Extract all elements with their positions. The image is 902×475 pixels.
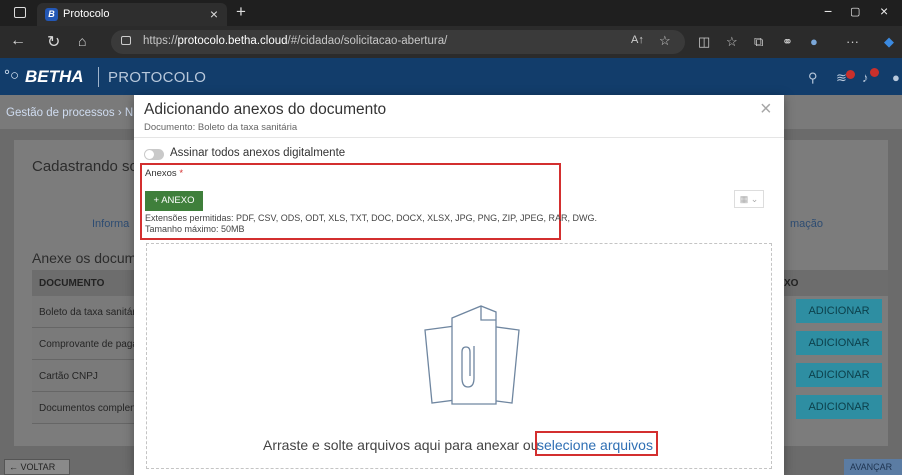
notification-badge	[870, 68, 879, 77]
add-button[interactable]: ADICIONAR	[796, 363, 882, 387]
extensions-icon[interactable]: ⚭	[782, 34, 793, 50]
read-aloud-icon[interactable]: A↑	[631, 34, 644, 46]
collections-icon[interactable]: ⧉	[754, 34, 763, 50]
new-tab-icon[interactable]: +	[236, 2, 246, 22]
step-label-left: Informa	[92, 218, 130, 230]
app-header: °○ BETHA PROTOCOLO ⚲ ≋ ♪ ●	[0, 58, 902, 95]
add-button[interactable]: ADICIONAR	[796, 395, 882, 419]
modal-subtitle: Documento: Boleto da taxa sanitária	[144, 122, 298, 133]
table-row: Comprovante de paga	[32, 328, 140, 360]
window-menu-icon[interactable]	[14, 7, 26, 18]
sign-all-label: Assinar todos anexos digitalmente	[170, 147, 346, 159]
table-row: Cartão CNPJ	[32, 360, 140, 392]
toggle-knob	[145, 150, 154, 159]
table-row: Boleto da taxa sanitár	[32, 296, 140, 328]
split-screen-icon[interactable]: ◫	[698, 34, 710, 50]
required-mark: *	[179, 168, 184, 179]
betha-logo-icon: °○	[4, 67, 20, 84]
arrow-left-icon: ←	[9, 462, 21, 472]
notification-icon[interactable]: ♪	[862, 70, 869, 85]
browser-toolbar: ← ↻ ⌂ https://protocolo.betha.cloud/#/ci…	[0, 26, 902, 58]
window-close-icon[interactable]: ×	[880, 3, 888, 19]
anexos-label: Anexos *	[145, 168, 184, 179]
tab-title: Protocolo	[63, 8, 110, 20]
file-upload-illustration-icon	[424, 305, 520, 405]
lock-icon	[121, 36, 131, 45]
select-files-link[interactable]: selecione arquivos	[537, 437, 653, 453]
favorite-star-icon[interactable]: ☆	[659, 33, 671, 49]
sign-all-toggle[interactable]	[144, 149, 164, 160]
max-size: Tamanho máximo: 50MB	[145, 224, 245, 234]
product-name: PROTOCOLO	[108, 69, 207, 86]
status-badge	[846, 70, 855, 79]
close-icon[interactable]: ×	[760, 99, 772, 119]
chevron-down-icon: ⌄	[750, 194, 759, 204]
maximize-icon[interactable]: ▢	[850, 5, 860, 18]
drop-zone[interactable]	[146, 243, 772, 469]
copilot-icon[interactable]: ◆	[884, 34, 894, 50]
modal-divider	[134, 137, 784, 138]
address-bar[interactable]: https://protocolo.betha.cloud/#/cidadao/…	[111, 30, 685, 54]
brand-name: BETHA	[25, 67, 84, 86]
modal-title: Adicionando anexos do documento	[144, 101, 387, 118]
step-label-right: mação	[790, 218, 824, 230]
home-icon[interactable]: ⌂	[78, 33, 86, 49]
section-title: Anexe os docum	[32, 250, 137, 266]
table-row: Documentos complen	[32, 392, 140, 424]
betha-favicon-icon: B	[45, 8, 58, 21]
back-button[interactable]: ← VOLTAR	[4, 459, 70, 475]
back-icon[interactable]: ←	[10, 32, 26, 50]
drop-instructions: Arraste e solte arquivos aqui para anexa…	[263, 437, 539, 453]
allowed-extensions: Extensões permitidas: PDF, CSV, ODS, ODT…	[145, 213, 597, 223]
more-menu-icon[interactable]: ···	[846, 34, 859, 49]
grid-icon: ▦	[739, 194, 749, 204]
attachments-modal: Adicionando anexos do documento Document…	[134, 95, 784, 475]
view-mode-select[interactable]: ▦ ⌄	[734, 190, 764, 208]
add-attachment-button[interactable]: + ANEXO	[145, 191, 203, 211]
add-button[interactable]: ADICIONAR	[796, 299, 882, 323]
minimize-icon[interactable]: −	[824, 3, 832, 19]
refresh-icon[interactable]: ↻	[47, 32, 60, 52]
profile-icon[interactable]: ●	[810, 34, 818, 49]
user-icon[interactable]: ●	[892, 70, 900, 85]
tab-close-icon[interactable]: ×	[210, 6, 218, 22]
url-text: https://protocolo.betha.cloud/#/cidadao/…	[143, 35, 448, 47]
browser-tab[interactable]: B Protocolo ×	[37, 3, 227, 26]
brand-divider	[98, 67, 99, 87]
favorites-icon[interactable]: ☆	[726, 34, 738, 50]
add-button[interactable]: ADICIONAR	[796, 331, 882, 355]
table-header-anexo: XO	[780, 270, 888, 296]
search-icon[interactable]: ⚲	[808, 70, 818, 86]
browser-tabbar: B Protocolo × + − ▢ ×	[0, 0, 902, 26]
page-title: Cadastrando soli	[32, 158, 145, 175]
table-header-documento: DOCUMENTO	[32, 270, 140, 296]
next-button[interactable]: AVANÇAR →	[844, 459, 902, 475]
